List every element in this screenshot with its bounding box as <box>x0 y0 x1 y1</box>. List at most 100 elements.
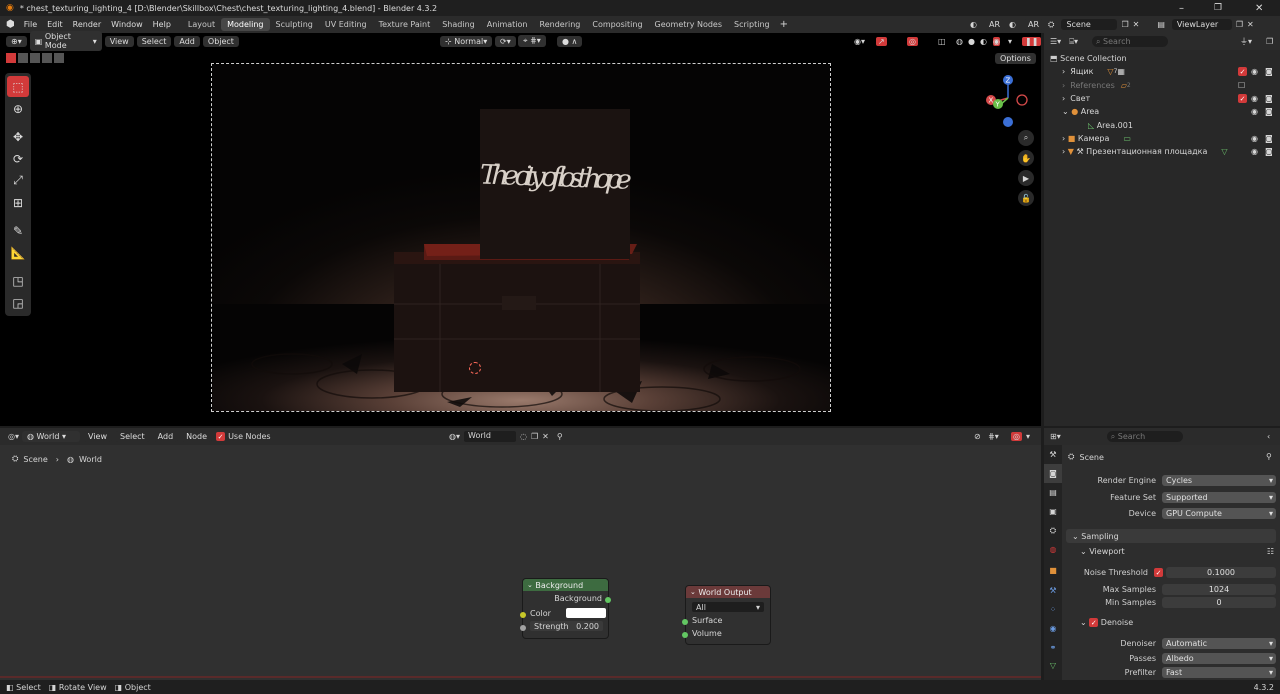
snap-icon[interactable]: ⊘ <box>974 432 981 441</box>
scene-collection-row[interactable]: ⬒ Scene Collection <box>1044 52 1280 65</box>
tool-tab-icon[interactable]: ⚒ <box>1044 445 1062 464</box>
shader-type-selector[interactable]: ◍ World ▾ <box>22 431 80 442</box>
world-selector[interactable]: ◍▾ World ◌ ❐ ✕ ⚲ <box>449 431 563 442</box>
language-icon-2[interactable]: ◐ <box>1009 20 1016 29</box>
world-browse-icon[interactable]: ◍▾ <box>449 432 460 441</box>
render-tab-icon[interactable]: ◙ <box>1044 464 1062 483</box>
modifier-tab-icon[interactable]: ⚒ <box>1044 581 1062 600</box>
outliner-row-yashchik[interactable]: › Ящик ▽ 7 ▦ ✓ ◉ ◙ <box>1044 65 1280 78</box>
view-layer-selector[interactable]: ViewLayer <box>1171 19 1232 30</box>
camera-render-icon[interactable]: ◙ <box>1265 134 1273 143</box>
object-menu[interactable]: Object <box>202 35 239 47</box>
color-input-socket[interactable] <box>520 612 526 618</box>
shading-options-icon[interactable]: ▾ <box>1008 37 1012 46</box>
passes-dropdown[interactable]: Albedo ▾ <box>1162 653 1276 664</box>
visibility-icon[interactable]: ◉▾ <box>854 37 865 46</box>
node-overlay-options-icon[interactable]: ▾ <box>1026 432 1030 441</box>
language-icon[interactable]: ◐ <box>970 20 977 29</box>
ar-selector-1[interactable]: AR <box>983 19 1006 30</box>
expand-chevron-icon[interactable]: › <box>1062 147 1065 156</box>
transform-tool-icon[interactable]: ⊞ <box>7 192 29 213</box>
world-output-node-header[interactable]: ⌄ World Output <box>686 586 770 598</box>
new-collection-icon[interactable]: ❐ <box>1266 37 1273 46</box>
camera-render-icon[interactable]: ◙ <box>1265 94 1273 103</box>
max-samples-field[interactable]: 1024 <box>1162 584 1276 595</box>
collapse-chevron-icon[interactable]: ⌄ <box>1062 107 1069 116</box>
properties-search[interactable]: ⌕ Search <box>1106 431 1183 442</box>
noise-threshold-field[interactable]: 0.1000 <box>1166 567 1276 578</box>
node-snap-options-icon[interactable]: ⋕▾ <box>988 432 999 441</box>
move-tool-icon[interactable]: ✥ <box>7 126 29 147</box>
unlink-icon[interactable]: ✕ <box>542 432 549 441</box>
new-scene-icon[interactable]: ❐ <box>1121 20 1128 29</box>
snap-selector[interactable]: ⌖ ⋕▾ <box>518 35 546 47</box>
collapse-node-icon[interactable]: ⌄ <box>690 588 696 596</box>
camera-view-icon[interactable]: ▶ <box>1018 170 1034 186</box>
color-swatch[interactable] <box>565 608 606 618</box>
eye-icon[interactable]: ◉ <box>1251 147 1258 156</box>
mode-selector[interactable]: ▣ Object Mode ▾ <box>29 31 102 51</box>
eye-icon[interactable]: ◉ <box>1251 107 1258 116</box>
select-new-icon[interactable] <box>6 53 16 63</box>
navigation-gizmo[interactable]: Z X Y <box>982 72 1034 127</box>
add-menu[interactable]: Add <box>174 35 200 47</box>
properties-editor-type-icon[interactable]: ⊞▾ <box>1050 432 1061 441</box>
editor-type-icon[interactable]: ⊕▾ <box>6 35 27 47</box>
scene-selector[interactable]: Scene <box>1061 19 1118 30</box>
menu-file[interactable]: File <box>19 20 42 29</box>
eye-icon[interactable]: ◉ <box>1251 134 1258 143</box>
background-output-socket[interactable] <box>605 597 611 603</box>
node-overlay-icon[interactable]: ◎ <box>1011 432 1022 441</box>
view-menu[interactable]: View <box>104 35 134 47</box>
workspace-tab-uv-editing[interactable]: UV Editing <box>319 18 373 31</box>
device-dropdown[interactable]: GPU Compute ▾ <box>1162 508 1276 519</box>
workspace-tab-layout[interactable]: Layout <box>182 18 221 31</box>
orientation-selector[interactable]: ⊹ Normal ▾ <box>440 35 493 47</box>
constraints-tab-icon[interactable]: ⚭ <box>1044 638 1062 657</box>
menu-edit[interactable]: Edit <box>42 20 68 29</box>
presets-icon[interactable]: ☷ <box>1267 547 1274 556</box>
prefilter-dropdown[interactable]: Fast ▾ <box>1162 667 1276 678</box>
eye-icon[interactable]: ◉ <box>1251 67 1258 76</box>
eye-icon[interactable]: ◉ <box>1251 94 1258 103</box>
add-workspace-icon[interactable]: + <box>780 19 788 30</box>
world-name-field[interactable]: World <box>464 431 516 442</box>
expand-chevron-icon[interactable]: › <box>1062 134 1065 143</box>
background-node[interactable]: ⌄ Background Background Color Strength 0… <box>523 579 608 638</box>
pan-hand-icon[interactable]: ✋ <box>1018 150 1034 166</box>
camera-render-icon[interactable]: ◙ <box>1265 107 1273 116</box>
select-intersect-icon[interactable] <box>54 53 64 63</box>
outliner-row-kamera[interactable]: › ■ Камера ▭ ◉ ◙ <box>1044 132 1280 145</box>
sampling-panel-header[interactable]: ⌄ Sampling <box>1066 529 1276 543</box>
outliner-search[interactable]: ⌕ Search <box>1092 36 1169 47</box>
delete-view-layer-icon[interactable]: ✕ <box>1247 20 1254 29</box>
annotate-tool-icon[interactable]: ✎ <box>7 220 29 241</box>
strength-input-socket[interactable] <box>520 625 526 631</box>
workspace-tab-sculpting[interactable]: Sculpting <box>270 18 319 31</box>
node-editor-type-icon[interactable]: ◎▾ <box>8 432 19 441</box>
world-output-node[interactable]: ⌄ World Output All ▾ Surface Volume <box>686 586 770 644</box>
blender-menu-icon[interactable]: ⬢ <box>6 19 15 30</box>
pivot-selector[interactable]: ⟳▾ <box>495 35 516 47</box>
camera-render-icon[interactable]: ◙ <box>1265 147 1273 156</box>
select-subtract-icon[interactable] <box>30 53 40 63</box>
min-samples-field[interactable]: 0 <box>1162 597 1276 608</box>
node-menu[interactable]: Node <box>181 431 213 442</box>
scale-tool-icon[interactable]: ⤢ <box>7 170 29 191</box>
menu-render[interactable]: Render <box>68 20 106 29</box>
select-menu[interactable]: Select <box>136 35 172 47</box>
filter-icon[interactable]: ⏚▾ <box>1240 36 1252 47</box>
shading-solid-icon[interactable]: ● <box>968 37 975 46</box>
particles-tab-icon[interactable]: ⁘ <box>1044 600 1062 619</box>
camera-render-icon[interactable]: ◙ <box>1265 67 1273 76</box>
menu-window[interactable]: Window <box>106 20 148 29</box>
ar-selector-2[interactable]: AR <box>1023 19 1045 30</box>
select-mode-icons[interactable] <box>6 53 64 63</box>
node-select-menu[interactable]: Select <box>114 431 150 442</box>
strength-field[interactable]: Strength 0.200 <box>530 621 603 631</box>
options-button[interactable]: Options <box>995 53 1036 64</box>
background-node-header[interactable]: ⌄ Background <box>523 579 608 591</box>
proportional-edit-toggle[interactable]: ● ∧ <box>557 35 583 47</box>
pin-icon[interactable]: ⚲ <box>557 432 563 441</box>
shading-wireframe-icon[interactable]: ◍ <box>956 37 963 46</box>
